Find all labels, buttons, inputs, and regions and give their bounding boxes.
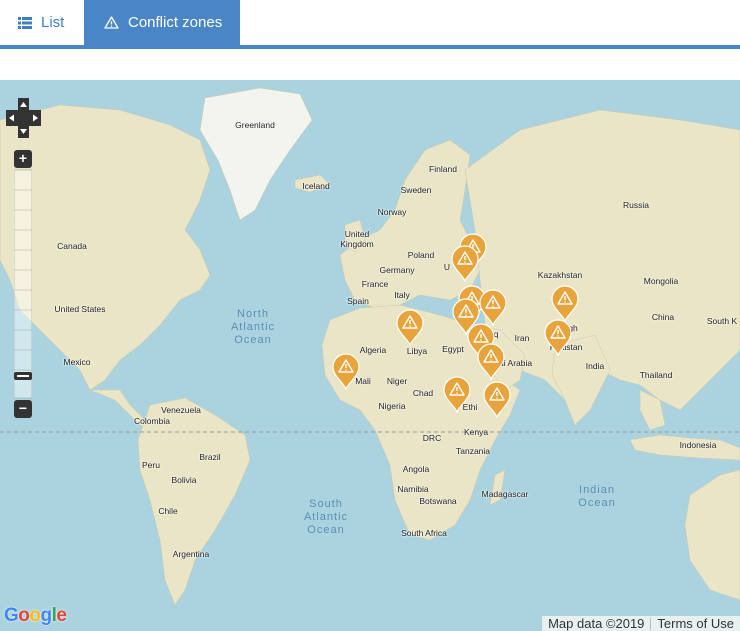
warning-marker-icon [479, 289, 507, 327]
label-south-africa: South Africa [401, 528, 447, 538]
tab-underline [0, 45, 740, 49]
label-kazakhstan: Kazakhstan [537, 270, 583, 280]
ocean-label-indian: Indian Ocean [578, 484, 616, 509]
label-nigeria: Nigeria [378, 401, 406, 411]
conflict-pin[interactable] [482, 380, 512, 419]
label-poland: Poland [407, 250, 435, 260]
label-sweden: Sweden [400, 185, 432, 195]
label-madagascar: Madagascar [481, 489, 529, 499]
warning-marker-icon [396, 309, 424, 347]
label-greenland: Greenland [235, 120, 275, 130]
label-brazil: Brazil [199, 452, 221, 462]
label-angola: Angola [402, 464, 430, 474]
warning-marker-icon [551, 285, 579, 323]
label-egypt: Egypt [442, 344, 464, 354]
label-namibia: Namibia [397, 484, 429, 494]
label-peru: Peru [142, 460, 160, 470]
label-bolivia: Bolivia [171, 475, 197, 485]
map-land-layer [0, 87, 740, 606]
label-kenya: Kenya [463, 427, 489, 437]
conflict-pin[interactable] [543, 318, 573, 357]
label-france: France [361, 279, 389, 289]
tab-conflict-zones[interactable]: Conflict zones [84, 0, 240, 45]
label-finland: Finland [429, 164, 457, 174]
conflict-pin[interactable] [395, 308, 425, 347]
label-chile: Chile [158, 506, 178, 516]
tab-list-label: List [41, 14, 65, 31]
ocean-label-north-atlantic: North Atlantic Ocean [230, 308, 276, 346]
conflict-pin[interactable] [331, 352, 361, 391]
conflict-pin[interactable] [478, 288, 508, 327]
label-russia: Russia [623, 200, 649, 210]
label-spain: Spain [347, 296, 369, 306]
label-canada: Canada [57, 241, 87, 251]
label-china: China [651, 312, 675, 322]
label-algeria: Algeria [359, 345, 387, 355]
tab-bar: List Conflict zones [0, 0, 740, 45]
label-india: India [585, 361, 605, 371]
label-indonesia: Indonesia [679, 440, 717, 450]
list-icon [18, 16, 32, 29]
label-iceland: Iceland [302, 181, 330, 191]
label-colombia: Colombia [134, 416, 170, 426]
label-united-states: United States [54, 304, 106, 314]
label-niger: Niger [386, 376, 408, 386]
zoom-out-button[interactable]: − [14, 400, 32, 418]
google-logo: Google [4, 605, 67, 626]
label-uk: United Kingdom [340, 229, 374, 249]
conflict-pin[interactable] [476, 342, 506, 381]
warning-marker-icon [443, 376, 471, 414]
map-attribution: Map data ©2019 Terms of Use [542, 616, 740, 631]
warning-marker-icon [332, 353, 360, 391]
conflict-pin[interactable] [450, 244, 480, 283]
warning-marker-icon [451, 245, 479, 283]
label-venezuela: Venezuela [161, 405, 201, 415]
tab-conflict-label: Conflict zones [128, 14, 223, 31]
label-libya: Libya [406, 346, 428, 356]
tab-list[interactable]: List [0, 0, 84, 45]
world-map[interactable]: North Atlantic Ocean South Atlantic Ocea… [0, 80, 740, 631]
ocean-label-south-atlantic: South Atlantic Ocean [303, 498, 349, 536]
conflict-pin[interactable] [442, 375, 472, 414]
label-italy: Italy [394, 290, 410, 300]
label-germany: Germany [379, 265, 415, 275]
label-tanzania: Tanzania [455, 446, 491, 456]
map-data-text: Map data ©2019 [548, 616, 645, 631]
label-thailand: Thailand [639, 370, 673, 380]
label-chad: Chad [412, 388, 434, 398]
warning-marker-icon [483, 381, 511, 419]
label-mongolia: Mongolia [643, 276, 679, 286]
zoom-in-button[interactable]: + [14, 150, 32, 168]
zoom-slider[interactable] [14, 150, 32, 418]
label-argentina: Argentina [172, 549, 210, 559]
conflict-pin[interactable] [550, 284, 580, 323]
warning-marker-icon [544, 319, 572, 357]
label-mexico: Mexico [63, 357, 91, 367]
label-norway: Norway [377, 207, 407, 217]
label-botswana: Botswana [419, 496, 457, 506]
warning-icon [104, 16, 119, 29]
label-drc: DRC [422, 433, 442, 443]
warning-marker-icon [477, 343, 505, 381]
pan-control[interactable] [6, 98, 41, 138]
label-south-korea: South K [706, 316, 738, 326]
terms-of-use-link[interactable]: Terms of Use [651, 616, 740, 631]
label-iran: Iran [514, 333, 530, 343]
